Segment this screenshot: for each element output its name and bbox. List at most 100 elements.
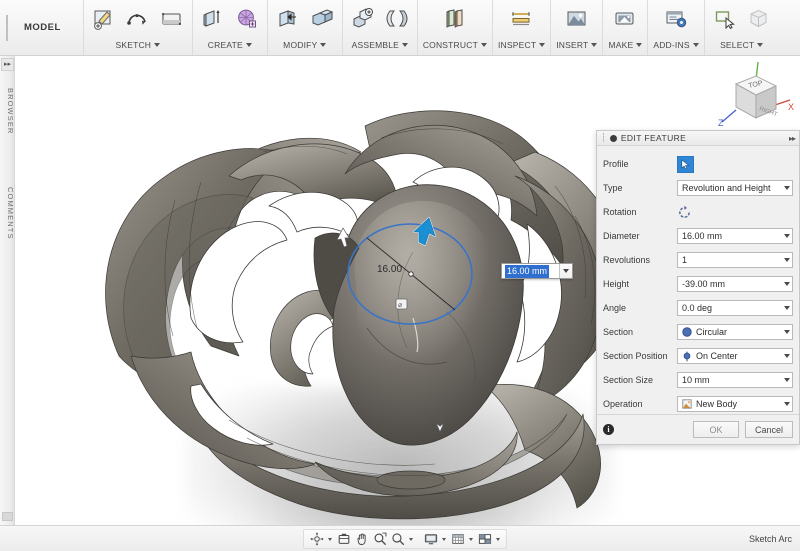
height-input[interactable]: -39.00 mm xyxy=(677,276,793,292)
zoom-window-icon[interactable] xyxy=(371,531,388,548)
chevron-down-icon[interactable] xyxy=(440,531,448,548)
toolbar-group-label-select[interactable]: SELECT xyxy=(720,40,763,50)
chevron-down-icon[interactable] xyxy=(407,531,415,548)
display-settings-icon[interactable] xyxy=(422,531,439,548)
status-message-text: Sketch Arc xyxy=(749,534,792,544)
panel-header[interactable]: ┆ EDIT FEATURE ▸▸ xyxy=(597,131,799,146)
panel-label-revolutions: Revolutions xyxy=(603,255,677,265)
type-dropdown[interactable]: Revolution and Height xyxy=(677,180,793,196)
workspace-tab-model[interactable]: MODEL xyxy=(10,0,84,55)
scripts-addins-icon[interactable] xyxy=(661,3,691,35)
combine-icon[interactable] xyxy=(307,3,337,35)
collapse-panel-icon[interactable]: ▸▸ xyxy=(789,134,795,143)
toolbar-group-label-insert[interactable]: INSERT xyxy=(556,40,597,50)
panel-body: Profile Type Revolution and Height Rotat… xyxy=(597,146,799,416)
extrude-icon[interactable] xyxy=(198,3,228,35)
toolbar-group-label-create[interactable]: CREATE xyxy=(208,40,252,50)
panel-label-section: Section xyxy=(603,327,677,337)
angle-input[interactable]: 0.0 deg xyxy=(677,300,793,316)
expand-panel-icon[interactable]: ▸▸ xyxy=(1,58,14,71)
rotation-icon[interactable] xyxy=(677,204,694,221)
look-at-icon[interactable] xyxy=(335,531,352,548)
section-size-input[interactable]: 10 mm xyxy=(677,372,793,388)
chevron-down-icon xyxy=(757,43,763,47)
panel-row-rotation: Rotation xyxy=(603,200,793,224)
joint-icon[interactable] xyxy=(382,3,412,35)
new-component-icon[interactable] xyxy=(348,3,378,35)
diameter-input-value: 16.00 mm xyxy=(682,231,722,241)
feature-status-icon xyxy=(610,135,617,142)
chevron-down-icon[interactable] xyxy=(559,264,572,278)
operation-dropdown[interactable]: New Body xyxy=(677,396,793,412)
select-body-icon[interactable] xyxy=(744,3,774,35)
section-position-dropdown[interactable]: On Center xyxy=(677,348,793,364)
toolbar-drag-grip[interactable] xyxy=(0,0,10,55)
insert-image-icon[interactable] xyxy=(562,3,592,35)
viewcube[interactable]: X Y Z TOP RIGHT xyxy=(712,60,796,136)
pan-icon[interactable] xyxy=(353,531,370,548)
chevron-down-icon xyxy=(784,330,790,334)
svg-text:⌀: ⌀ xyxy=(398,302,402,309)
chevron-down-icon xyxy=(784,234,790,238)
navigation-bar xyxy=(303,529,507,549)
toolbar-group-label-sketch[interactable]: SKETCH xyxy=(115,40,160,50)
operation-dropdown-value: New Body xyxy=(696,399,737,409)
chevron-down-icon xyxy=(539,43,545,47)
panel-label-type: Type xyxy=(603,183,677,193)
chevron-down-icon[interactable] xyxy=(494,531,502,548)
panel-row-height: Height -39.00 mm xyxy=(603,272,793,296)
left-sidebar-rail: ▸▸ BROWSER COMMENTS xyxy=(0,56,15,551)
chevron-down-icon[interactable] xyxy=(326,531,334,548)
cancel-button[interactable]: Cancel xyxy=(745,421,793,438)
create-form-icon[interactable] xyxy=(232,3,262,35)
status-message: Sketch Arc xyxy=(749,526,792,551)
zoom-icon[interactable] xyxy=(389,531,406,548)
circular-section-icon xyxy=(682,327,692,337)
new-body-icon xyxy=(682,399,692,409)
toolbar-group-label-make[interactable]: MAKE xyxy=(608,40,642,50)
viewports-icon[interactable] xyxy=(476,531,493,548)
chevron-down-icon xyxy=(481,43,487,47)
toolbar-group-label-inspect[interactable]: INSPECT xyxy=(498,40,545,50)
angle-input-value: 0.0 deg xyxy=(682,303,712,313)
toolbar-group-label-modify[interactable]: MODIFY xyxy=(283,40,326,50)
panel-label-height: Height xyxy=(603,279,677,289)
create-sketch-icon[interactable] xyxy=(89,3,119,35)
sketch-arc-icon[interactable] xyxy=(123,3,153,35)
panel-title: EDIT FEATURE xyxy=(621,133,686,143)
chevron-down-icon xyxy=(784,354,790,358)
toolbar-group-label-addins[interactable]: ADD-INS xyxy=(653,40,698,50)
cursor-select-icon[interactable] xyxy=(677,156,694,173)
orbit-icon[interactable] xyxy=(308,531,325,548)
fusion-app-window: MODEL xyxy=(0,0,800,551)
toolbar-group-insert: INSERT xyxy=(551,0,603,55)
panel-footer: i OK Cancel xyxy=(597,414,799,444)
3d-print-icon[interactable] xyxy=(610,3,640,35)
dimension-input-value[interactable]: 16.00 mm xyxy=(505,265,549,278)
panel-row-section-size: Section Size 10 mm xyxy=(603,368,793,392)
chevron-down-icon[interactable] xyxy=(467,531,475,548)
toolbar-group-label-construct[interactable]: CONSTRUCT xyxy=(423,40,487,50)
sidebar-tab-comments[interactable]: COMMENTS xyxy=(0,174,15,252)
edit-feature-panel[interactable]: ┆ EDIT FEATURE ▸▸ Profile Type Revolutio… xyxy=(596,130,800,445)
offset-plane-icon[interactable] xyxy=(440,3,470,35)
workspace-tab-label: MODEL xyxy=(24,22,61,33)
height-input-value: -39.00 mm xyxy=(682,279,725,289)
info-icon[interactable]: i xyxy=(603,424,614,435)
drag-grip-icon[interactable]: ┆ xyxy=(601,134,606,142)
diameter-input[interactable]: 16.00 mm xyxy=(677,228,793,244)
chevron-down-icon xyxy=(320,43,326,47)
section-dropdown[interactable]: Circular xyxy=(677,324,793,340)
sketch-rectangle-icon[interactable] xyxy=(157,3,187,35)
revolutions-input-value: 1 xyxy=(682,255,687,265)
sidebar-resize-handle[interactable] xyxy=(2,512,13,521)
revolutions-input[interactable]: 1 xyxy=(677,252,793,268)
dimension-input-box[interactable]: 16.00 mm xyxy=(501,263,573,279)
press-pull-icon[interactable] xyxy=(273,3,303,35)
toolbar-group-label-assemble[interactable]: ASSEMBLE xyxy=(352,40,408,50)
measure-icon[interactable] xyxy=(507,3,537,35)
select-window-icon[interactable] xyxy=(710,3,740,35)
ok-button[interactable]: OK xyxy=(693,421,739,438)
sidebar-tab-browser[interactable]: BROWSER xyxy=(0,76,15,146)
grid-settings-icon[interactable] xyxy=(449,531,466,548)
